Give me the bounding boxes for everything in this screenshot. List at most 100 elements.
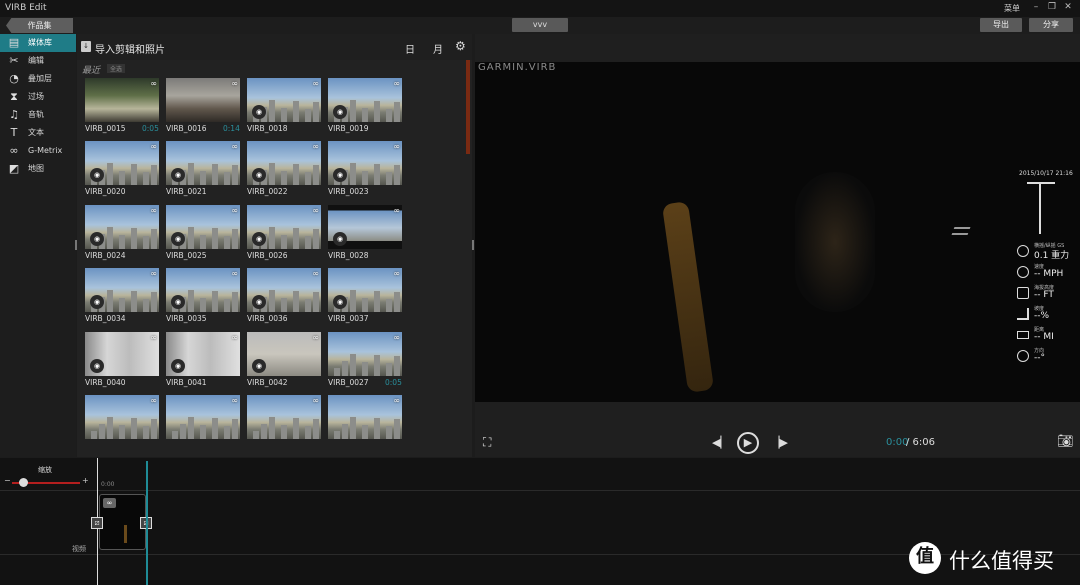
media-thumbnail[interactable]: ∞ ◉ [247,332,321,376]
panel-resize-handle[interactable] [472,240,474,250]
thumbnail-building [386,363,392,376]
virb-media-icon: ∞ [150,333,157,342]
view-by-month-button[interactable]: 月 [433,41,443,56]
media-thumbnail[interactable]: ∞ [247,395,321,439]
next-frame-icon[interactable]: ▕▶ [771,436,788,449]
media-thumbnail[interactable]: ∞ ◉ [85,141,159,185]
virb-media-icon: ∞ [231,206,238,215]
thumbnail-building [305,299,311,312]
media-thumbnail[interactable]: ∞ ◉ [166,205,240,249]
thumbnail-building [394,419,400,439]
library-scrollbar[interactable] [466,60,470,154]
camera-icon: ◉ [252,359,266,373]
media-thumbnail[interactable]: ∞ ◉ [85,332,159,376]
media-thumbnail[interactable]: ∞ ◉ [328,141,402,185]
media-thumbnail[interactable]: ∞ ◉ [166,268,240,312]
video-frame[interactable]: GARMIN.VIRB 2015/10/17 21:16 横摇/纵摇 GS 0.… [475,62,1080,402]
restore-icon[interactable]: ❐ [1046,2,1058,12]
media-thumbnail[interactable]: ∞ ◉ [247,205,321,249]
export-button[interactable]: 导出 [980,18,1022,32]
import-clips-title[interactable]: 导入剪辑和照片 [95,41,165,56]
media-thumbnail[interactable]: ∞ ◉ [85,268,159,312]
media-thumbnail[interactable]: ∞ ◉ [166,332,240,376]
media-thumbnail[interactable]: ∞ ◉ [328,268,402,312]
media-thumbnail[interactable]: ∞ [166,395,240,439]
media-thumbnail[interactable]: ∞ ◉ [166,141,240,185]
project-name-field[interactable]: vvv [512,18,568,32]
media-item-name: VIRB_0026 [247,251,288,260]
fullscreen-icon[interactable]: ⛶ [483,435,491,450]
thumbnail-building [151,229,157,249]
media-item-name: VIRB_0034 [85,314,126,323]
media-thumbnail[interactable]: ∞ ◉ [328,78,402,122]
media-thumbnail[interactable]: ∞ [328,332,402,376]
media-item-name: VIRB_0023 [328,187,369,196]
media-item-name: VIRB_0025 [166,251,207,260]
thumbnail-building [232,419,238,439]
app-title: VIRB Edit [5,3,47,13]
media-thumbnail[interactable]: ∞ ◉ [85,205,159,249]
overlay-value: -- FT [1034,290,1054,300]
sidebar-item-media-library[interactable]: ▤ 媒体库 [0,34,76,52]
thumbnail-building [212,418,218,439]
thumbnail-building [342,361,348,376]
virb-media-icon: ∞ [393,79,400,88]
menu-button[interactable]: 菜单 [1004,3,1020,14]
clip-end-marker[interactable] [146,461,148,585]
sidebar-item-label: 叠加层 [28,74,52,83]
close-icon[interactable]: ✕ [1062,2,1074,12]
import-icon[interactable]: ↓ [81,41,91,52]
minimize-icon[interactable]: – [1030,2,1042,12]
projects-back-button[interactable]: 作品集 [6,18,73,33]
media-thumbnail[interactable]: ∞ ◉ [247,141,321,185]
thumbnail-building [119,298,125,312]
overlay-heading: 方向 --° [1017,347,1080,365]
sidebar-item-g-metrix[interactable]: ∞ G-Metrix [0,142,76,160]
sidebar-item-text[interactable]: T 文本 [0,124,76,142]
sidebar-item-map[interactable]: ◩ 地图 [0,160,76,178]
media-thumbnail[interactable]: ∞ [85,395,159,439]
media-thumbnail[interactable]: ∞ ◉ [247,78,321,122]
virb-media-icon: ∞ [231,79,238,88]
snapshot-camera-icon[interactable]: 📷︎ [1057,434,1074,449]
thumbnail-building [305,426,311,439]
timeline-video-clip[interactable]: ∞ [99,494,146,550]
playback-controls: ⛶ ◀▏ ▶ ▕▶ 0:00 / 6:06 📷︎ [475,430,1080,457]
view-by-day-button[interactable]: 日 [405,41,415,56]
thumbnail-building [350,354,356,376]
media-thumbnail[interactable]: ∞ [85,78,159,122]
camera-icon: ◉ [333,105,347,119]
thumbnail-building [188,227,194,249]
compass-icon [1017,350,1029,362]
zoom-in-button[interactable]: + [82,476,89,485]
select-all-button[interactable]: 全选 [107,64,126,73]
sidebar-item-audio[interactable]: ♫ 音轨 [0,106,76,124]
thumbnail-building [362,171,368,185]
share-button[interactable]: 分享 [1029,18,1073,32]
overlay-altitude: 海拔高度 -- FT [1017,284,1080,302]
gauge-icon: ◔ [9,72,19,85]
media-thumbnail[interactable]: ∞ [328,395,402,439]
zoom-slider-handle[interactable] [19,478,28,487]
thumbnail-building [334,431,340,439]
camera-icon: ◉ [90,232,104,246]
zoom-out-button[interactable]: − [4,476,11,485]
overlay-gforce: 横摇/纵摇 GS 0.1 重力 [1017,242,1080,261]
media-thumbnail[interactable]: ∞ [166,78,240,122]
media-thumbnail[interactable]: ∞ ◉ [247,268,321,312]
thumbnail-building [232,292,238,312]
play-icon[interactable]: ▶ [737,432,759,454]
thumbnail-building [342,424,348,439]
overlay-value: 0.1 重力 [1034,251,1070,261]
transition-in-icon[interactable]: ⧄ [91,517,103,529]
previous-frame-icon[interactable]: ◀▏ [712,436,729,449]
gear-icon[interactable]: ⚙ [455,39,466,53]
sidebar-item-edit[interactable]: ✂ 编辑 [0,52,76,70]
media-item-duration: 0:05 [142,124,159,133]
camera-icon: ◉ [333,168,347,182]
virb-media-icon: ∞ [231,396,238,405]
sidebar-item-transitions[interactable]: ⧗ 过场 [0,88,76,106]
sidebar-item-overlays[interactable]: ◔ 叠加层 [0,70,76,88]
media-thumbnail[interactable]: ∞ ◉ [328,205,402,249]
overlay-speed: 速度 -- MPH [1017,263,1080,281]
